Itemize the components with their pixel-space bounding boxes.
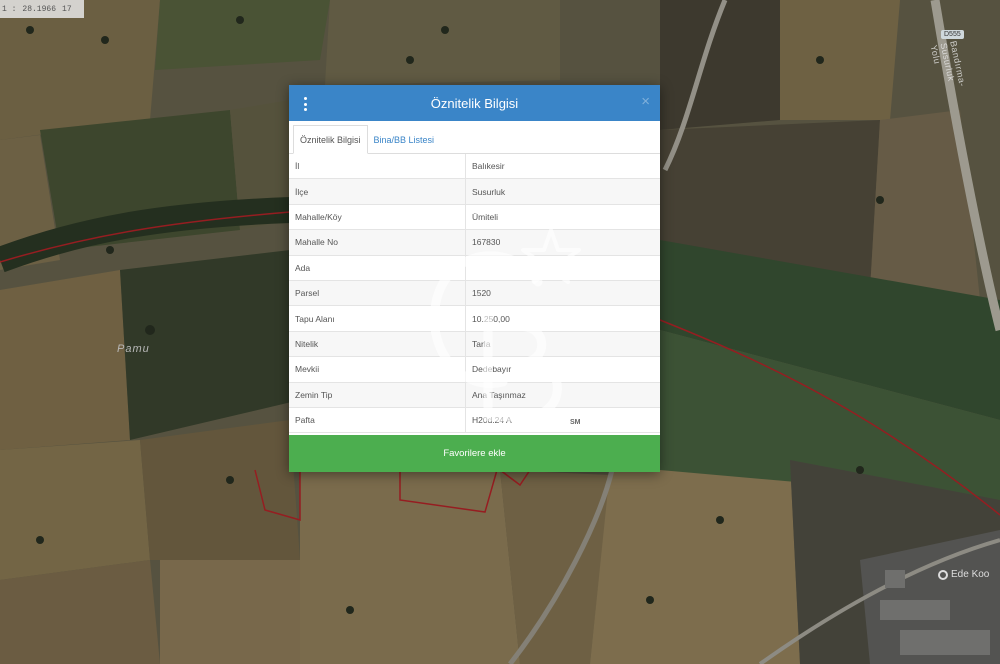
table-row: Mahalle No 167830 xyxy=(289,229,660,256)
table-row: Tapu Alanı 10.250,00 xyxy=(289,305,660,332)
coord-prefix: 1 : xyxy=(2,4,17,14)
close-icon[interactable]: × xyxy=(641,94,650,110)
kebab-menu-icon[interactable] xyxy=(302,97,308,111)
attr-key: Mevkii xyxy=(289,356,466,383)
table-row: Pafta H20d.24 A xyxy=(289,407,660,434)
table-row: İlçe Susurluk xyxy=(289,178,660,205)
table-row: Parsel 1520 xyxy=(289,280,660,307)
attr-value: 1520 xyxy=(465,280,660,307)
attr-key: Pafta xyxy=(289,407,466,434)
table-row: Mevkii Dedebayır xyxy=(289,356,660,383)
add-to-favorites-button[interactable]: Favorilere ekle xyxy=(289,435,660,472)
attr-value: H20d.24 A xyxy=(465,407,660,434)
attribute-table: İl Balıkesir İlçe Susurluk Mahalle/Köy Ü… xyxy=(289,154,660,434)
attr-key: Nitelik xyxy=(289,331,466,358)
tab-attribute-info[interactable]: Öznitelik Bilgisi xyxy=(293,125,368,154)
table-row: Mahalle/Köy Ümiteli xyxy=(289,204,660,231)
attr-key: Ada xyxy=(289,255,466,281)
table-row: İl Balıkesir xyxy=(289,154,660,180)
attr-value xyxy=(465,255,660,281)
coordinate-readout: 1 : 28.1966 17 xyxy=(0,0,84,18)
place-label: Ede Koo xyxy=(951,569,990,580)
attr-key: Mahalle/Köy xyxy=(289,204,466,231)
attr-key: İl xyxy=(289,154,466,180)
attr-value: Susurluk xyxy=(465,178,660,205)
attribute-info-modal: Öznitelik Bilgisi × Öznitelik Bilgisi Bi… xyxy=(289,85,660,472)
tab-bar: Öznitelik Bilgisi Bina/BB Listesi xyxy=(289,121,660,154)
attr-value: 10.250,00 xyxy=(465,305,660,332)
attr-key: Zemin Tip xyxy=(289,382,466,408)
location-pin-icon xyxy=(938,569,948,580)
attr-key: Tapu Alanı xyxy=(289,305,466,332)
table-row: Zemin Tip Ana Taşınmaz xyxy=(289,382,660,408)
place-marker[interactable]: Ede Koo xyxy=(938,569,989,580)
modal-header: Öznitelik Bilgisi × xyxy=(289,85,660,121)
attr-value: Ümiteli xyxy=(465,204,660,231)
attr-value: Ana Taşınmaz xyxy=(465,382,660,408)
table-row: Nitelik Tarla xyxy=(289,331,660,358)
watermark-badge: SM xyxy=(566,418,585,427)
attr-value: 167830 xyxy=(465,229,660,256)
modal-title: Öznitelik Bilgisi xyxy=(430,95,519,111)
attr-value: Tarla xyxy=(465,331,660,358)
attr-key: Mahalle No xyxy=(289,229,466,256)
road-shield: D555 xyxy=(941,30,964,39)
coord-value: 28.1966 xyxy=(22,4,57,14)
attr-key: İlçe xyxy=(289,178,466,205)
attr-value: Balıkesir xyxy=(465,154,660,180)
attr-key: Parsel xyxy=(289,280,466,307)
attr-value: Dedebayır xyxy=(465,356,660,383)
table-row: Ada xyxy=(289,255,660,281)
coord-extra: 17 xyxy=(62,4,72,14)
tab-building-list[interactable]: Bina/BB Listesi xyxy=(368,126,441,153)
area-label: Pamu xyxy=(117,343,150,355)
